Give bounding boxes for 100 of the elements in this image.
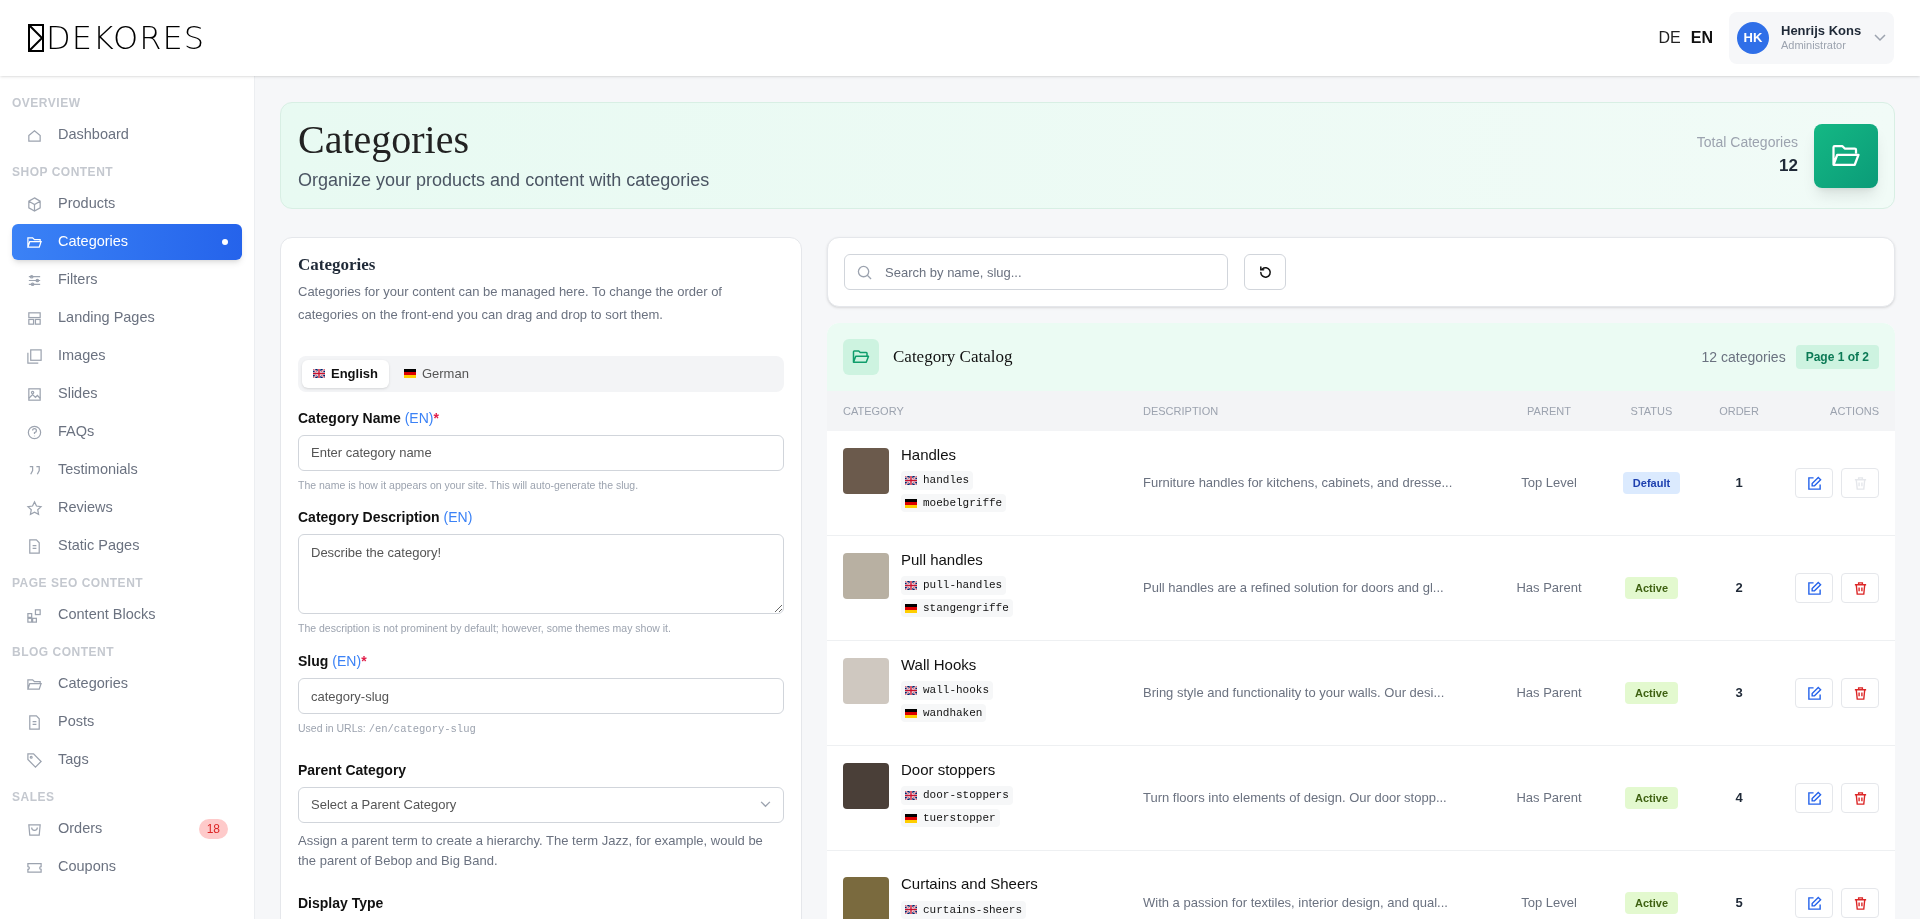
sidebar-item[interactable]: FAQs (12, 414, 242, 450)
category-name: Pull handles (901, 549, 984, 570)
delete-button[interactable] (1841, 888, 1879, 918)
sidebar-item[interactable]: Filters (12, 262, 242, 298)
edit-button[interactable] (1795, 678, 1833, 708)
column-header: ACTIONS (1829, 403, 1879, 419)
trash-icon (1852, 790, 1868, 806)
text-field[interactable]: Enter category name (298, 434, 784, 471)
sidebar-item[interactable]: Categories (12, 224, 242, 260)
slug-tag: tuerstopper (901, 808, 1000, 828)
column-header: CATEGORY (843, 403, 905, 419)
slug-tag: handles (901, 471, 974, 490)
language-option[interactable]: DE (1658, 26, 1681, 50)
language-tab[interactable]: English (302, 359, 389, 388)
edit-button[interactable] (1795, 783, 1833, 813)
tag-icon (26, 751, 43, 769)
category-name: Wall Hooks (901, 654, 978, 675)
edit-icon (1806, 790, 1822, 806)
field-label: Slug (298, 652, 329, 671)
status-badge: Default (1622, 471, 1681, 495)
table-cell-text: With a passion for textiles, interior design, and qual... (1143, 894, 1449, 913)
table-cell-text: Has Parent (1515, 579, 1583, 598)
table-cell-text: 1 (1734, 474, 1744, 493)
page-indicator: Page 1 of 2 (1795, 345, 1879, 369)
delete-button[interactable] (1841, 783, 1879, 813)
sidebar-item[interactable]: Content Blocks (12, 597, 242, 633)
folder-icon (852, 349, 870, 365)
table-cell-text: 2 (1734, 579, 1744, 598)
language-tab[interactable]: German (392, 359, 480, 388)
delete-button[interactable] (1841, 678, 1879, 708)
search-icon (857, 265, 872, 280)
sidebar-item[interactable]: Orders 18 (12, 811, 242, 847)
column-header: DESCRIPTION (1143, 403, 1220, 419)
sidebar-item[interactable]: Landing Pages (12, 300, 242, 336)
status-badge: Active (1625, 786, 1678, 810)
table-cell-text: 5 (1734, 894, 1744, 913)
sidebar-item[interactable]: Categories (12, 666, 242, 702)
help-text: Used in URLs: /en/category-slug (298, 721, 477, 737)
sidebar-item[interactable]: Tags (12, 742, 242, 778)
sidebar-item[interactable]: Products (12, 186, 242, 222)
sidebar-item[interactable]: Posts (12, 704, 242, 740)
search-field[interactable]: Search by name, slug... (844, 254, 1228, 290)
trash-icon (1852, 895, 1868, 911)
table-cell-text: Has Parent (1515, 684, 1583, 703)
cube-icon (26, 195, 43, 213)
chevron-down-icon (1874, 34, 1886, 42)
sidebar-item[interactable]: Dashboard (12, 117, 242, 153)
sidebar-item[interactable]: Static Pages (12, 528, 242, 564)
stat-value: 12 (1779, 155, 1798, 178)
edit-icon (1806, 895, 1822, 911)
trash-icon (1852, 475, 1868, 491)
user-avatar: HK (1737, 22, 1769, 54)
refresh-icon (1257, 264, 1273, 280)
table-cell-text: Top Level (1520, 894, 1578, 913)
field-label: Category Description (298, 508, 440, 528)
sidebar-item[interactable]: Images (12, 338, 242, 374)
slug-tag: curtains-sheers (901, 900, 1027, 919)
page-title: Categories (298, 117, 471, 163)
status-badge: Active (1625, 576, 1678, 600)
text-field[interactable]: category-slug (298, 678, 784, 714)
field-label: Parent Category (298, 760, 407, 780)
trash-icon (1852, 580, 1868, 596)
question-icon (26, 423, 43, 441)
section-heading: OVERVIEW (12, 94, 82, 112)
field-label: Category Name (298, 408, 401, 428)
status-badge: Active (1625, 681, 1678, 705)
column-header: STATUS (1629, 403, 1674, 419)
sidebar-item[interactable]: Testimonials (12, 452, 242, 488)
folder-icon (1831, 142, 1861, 169)
delete-button[interactable] (1841, 573, 1879, 603)
column-header: PARENT (1526, 403, 1572, 419)
sidebar-item[interactable]: Slides (12, 376, 242, 412)
required-marker: * (361, 652, 367, 671)
table-cell-text: Bring style and functionality to your walls. Our desi... (1143, 684, 1446, 703)
section-heading: BLOG CONTENT (12, 643, 115, 661)
parent-category-select[interactable]: Select a Parent Category (298, 786, 784, 823)
description-field[interactable]: Describe the category! (298, 534, 784, 615)
edit-button[interactable] (1795, 573, 1833, 603)
table-cell-text: Furniture handles for kitchens, cabinets, and dresse... (1143, 474, 1454, 493)
table-cell-text: 4 (1734, 789, 1744, 808)
language-option[interactable]: EN (1690, 26, 1713, 50)
table-cell-text: Turn floors into elements of design. Our door stopp... (1143, 789, 1448, 808)
table-cell-text: Has Parent (1515, 789, 1583, 808)
category-name: Handles (901, 444, 958, 465)
image-icon (26, 385, 43, 403)
sidebar-item[interactable]: Reviews (12, 490, 242, 526)
edit-button[interactable] (1795, 888, 1833, 918)
status-badge: Active (1625, 891, 1678, 915)
logo[interactable]: DEKORES (46, 22, 206, 54)
sidebar-item[interactable]: Coupons (12, 849, 242, 885)
field-label: Display Type (298, 893, 384, 913)
edit-button[interactable] (1795, 468, 1833, 498)
refresh-button[interactable] (1244, 254, 1286, 290)
form-title: Categories (298, 254, 377, 276)
user-menu[interactable]: HK Henrijs Kons Administrator (1729, 12, 1894, 64)
help-text: Assign a parent term to create a hierarchy. The term Jazz, for example, would be the parent of Bebop and Big Band. (298, 831, 764, 870)
section-heading: PAGE SEO CONTENT (12, 574, 145, 592)
help-text: The name is how it appears on your site. This will auto-generate the slug. (298, 477, 640, 493)
slug-tag: door-stoppers (901, 786, 1013, 805)
edit-icon (1806, 475, 1822, 491)
